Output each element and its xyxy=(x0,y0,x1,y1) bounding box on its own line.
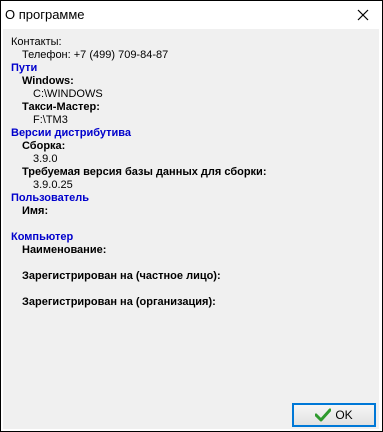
title-bar: О программе xyxy=(1,1,382,29)
build-value: 3.9.0 xyxy=(33,153,58,165)
db-version-value: 3.9.0.25 xyxy=(33,179,73,191)
close-icon xyxy=(357,9,369,21)
ok-button-label: OK xyxy=(335,408,353,422)
versions-header: Версии дистрибутива xyxy=(11,127,131,139)
contacts-phone: Телефон: +7 (499) 709-84-87 xyxy=(22,49,169,61)
dialog-body: Контакты: Телефон: +7 (499) 709-84-87 Пу… xyxy=(3,29,379,429)
paths-header: Пути xyxy=(11,62,38,74)
taxi-path-label: Такси-Мастер: xyxy=(22,101,100,113)
window-title: О программе xyxy=(5,7,85,22)
ok-button[interactable]: OK xyxy=(292,403,376,427)
taxi-path-value: F:\TM3 xyxy=(33,114,68,126)
checkmark-icon xyxy=(315,408,332,422)
about-dialog: О программе Контакты: Телефон: +7 (499) … xyxy=(0,0,383,432)
db-version-label: Требуемая версия базы данных для сборки: xyxy=(22,166,267,178)
computer-header: Компьютер xyxy=(11,231,74,243)
registered-org-label: Зарегистрирован на (организация): xyxy=(22,296,216,308)
contacts-label: Контакты: xyxy=(11,36,62,48)
user-name-label: Имя: xyxy=(22,205,49,217)
registered-person-label: Зарегистрирован на (частное лицо): xyxy=(22,270,221,282)
computer-name-label: Наименование: xyxy=(22,244,107,256)
user-header: Пользователь xyxy=(11,192,90,204)
close-button[interactable] xyxy=(354,6,372,24)
windows-path-value: C:\WINDOWS xyxy=(33,88,103,100)
windows-path-label: Windows: xyxy=(22,75,74,87)
build-label: Сборка: xyxy=(22,140,66,152)
